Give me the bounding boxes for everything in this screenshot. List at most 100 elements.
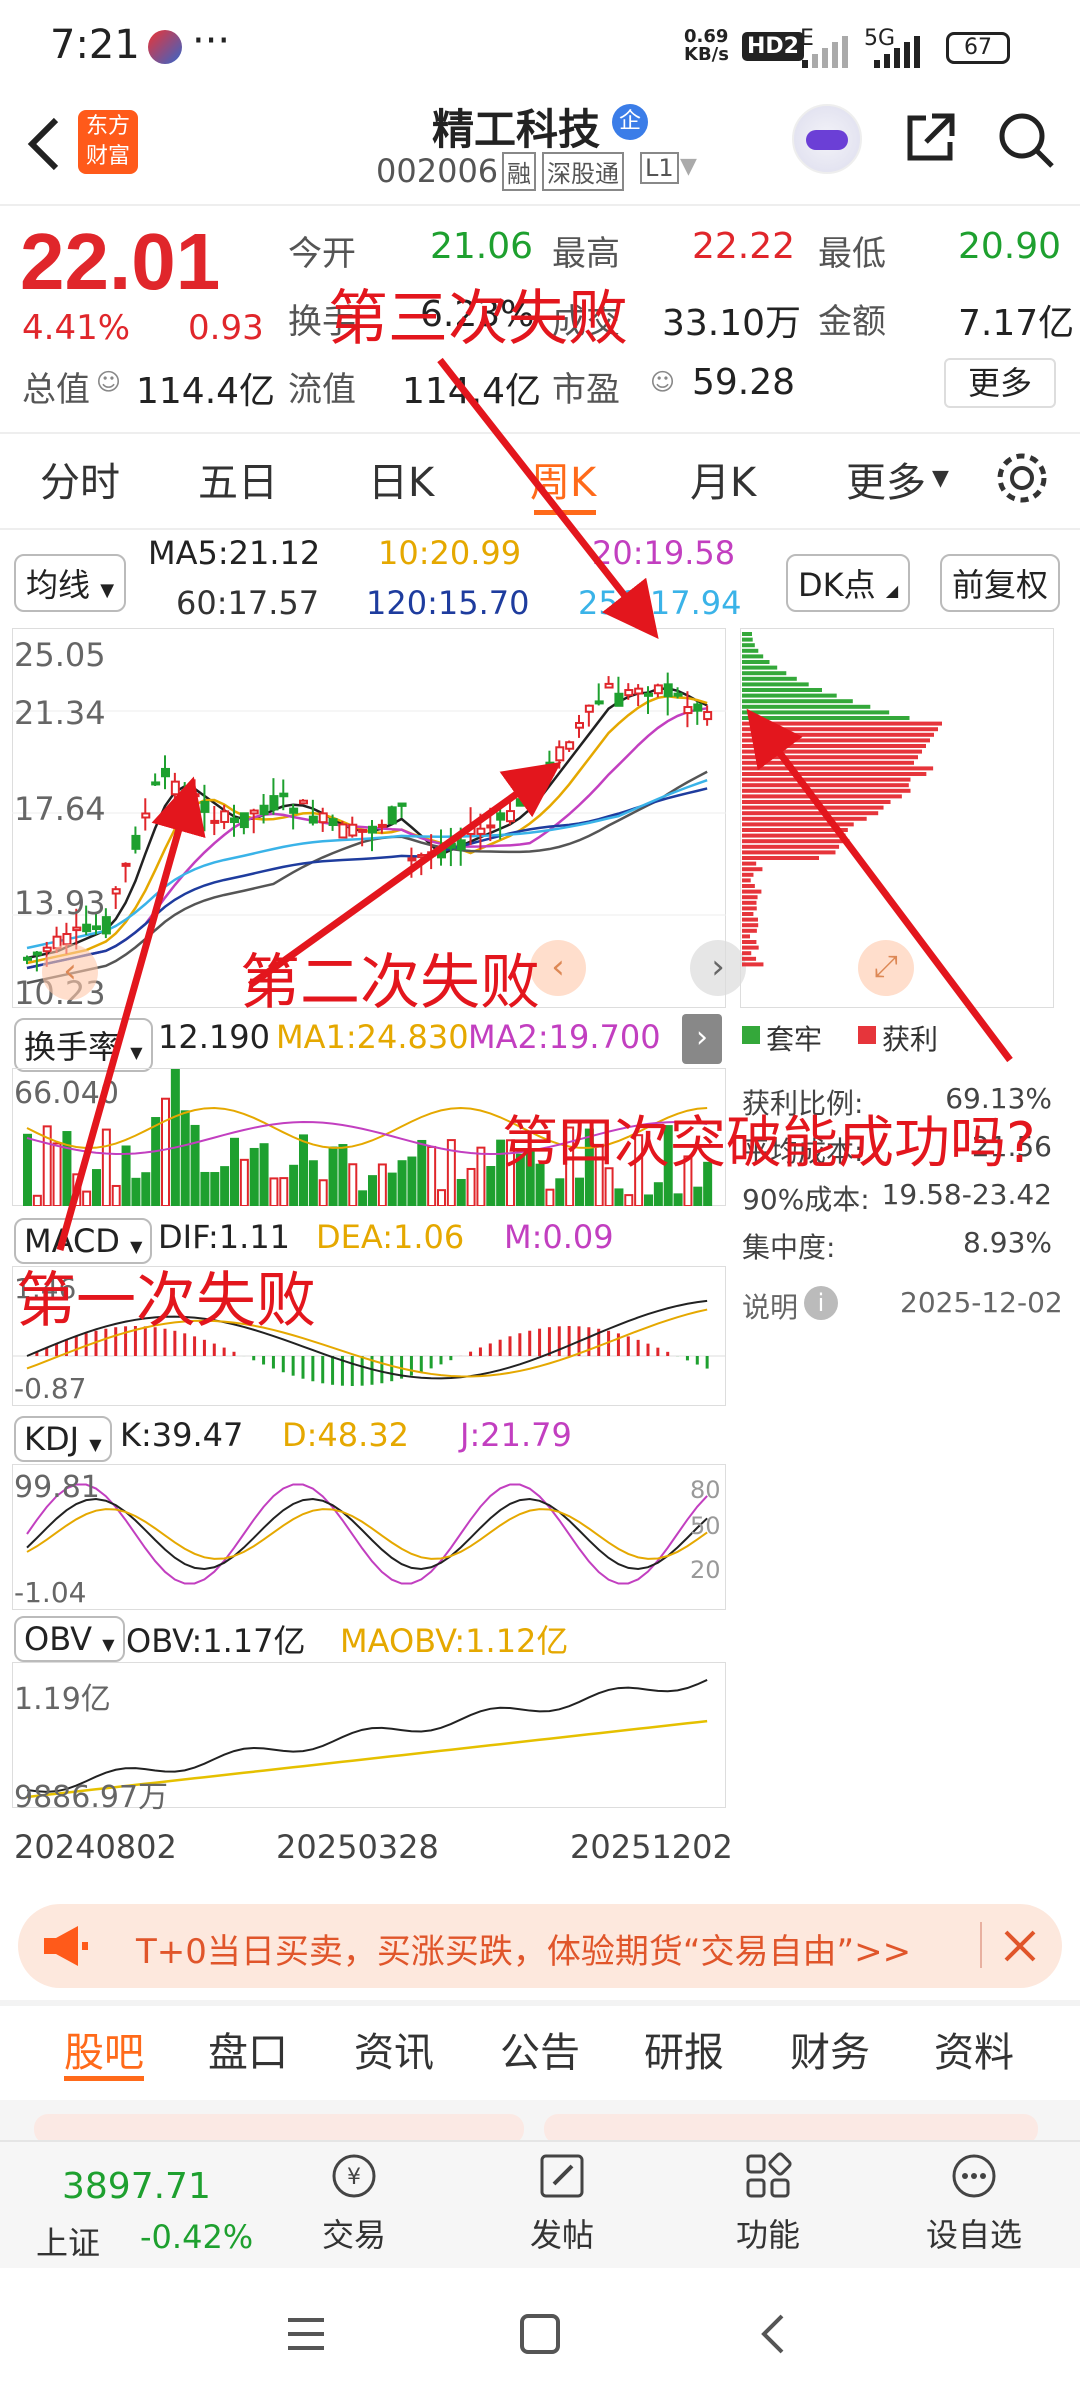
- tab-news[interactable]: 资讯: [354, 2020, 434, 2078]
- turnover-bar: [407, 1156, 417, 1206]
- menu-icon[interactable]: [284, 2314, 328, 2354]
- more-quote-button[interactable]: 更多: [944, 358, 1056, 408]
- dk-point-button[interactable]: DK点 ◢: [786, 554, 911, 612]
- index-value[interactable]: 3897.71: [62, 2166, 211, 2207]
- tab-daily[interactable]: 日K: [368, 450, 434, 508]
- turnover-bar: [437, 1189, 446, 1206]
- tab-notice[interactable]: 公告: [500, 2020, 580, 2078]
- chip-bar: [742, 710, 890, 715]
- scroll-right-icon[interactable]: ›: [690, 940, 746, 996]
- turnover-bar: [466, 1167, 476, 1206]
- system-nav-bar: [0, 2268, 1080, 2400]
- candle-body: [23, 956, 32, 961]
- candle-body: [62, 933, 72, 946]
- tab-research[interactable]: 研报: [644, 2020, 724, 2078]
- nav-add-watchlist[interactable]: 设自选: [904, 2150, 1044, 2256]
- turnover-bar: [180, 1110, 190, 1206]
- scroll-left-icon[interactable]: ‹: [42, 944, 98, 1000]
- nav-post-label: 发帖: [529, 2216, 594, 2254]
- signal-icon: [802, 36, 848, 68]
- ma120-legend: 120:15.70: [366, 584, 530, 622]
- macd-dea: DEA:1.06: [316, 1218, 465, 1256]
- close-icon[interactable]: [1000, 1926, 1040, 1966]
- open-value: 21.06: [430, 226, 534, 267]
- nav-trade[interactable]: ¥ 交易: [284, 2150, 424, 2256]
- obv-axis-top: 1.19亿: [14, 1682, 111, 1717]
- turnover-select[interactable]: 换手率 ▼: [14, 1018, 153, 1072]
- robot-avatar-icon[interactable]: [792, 104, 862, 174]
- annotation-third-fail: 第三次失败: [328, 284, 628, 354]
- candle-body: [525, 791, 535, 803]
- ma-type-chevron-icon: ▼: [100, 580, 115, 601]
- kdj-d: D:48.32: [282, 1416, 410, 1454]
- ma-type-select[interactable]: 均线 ▼: [14, 554, 127, 612]
- tab-timeshare[interactable]: 分时: [40, 450, 120, 508]
- promo-banner[interactable]: T+0当日买卖，买涨买跌，体验期货“交易自由”>>: [18, 1904, 1062, 1988]
- amount-value: 7.17亿: [958, 303, 1075, 344]
- turnover-bar: [72, 1173, 82, 1206]
- stock-code: 002006: [376, 152, 499, 190]
- back-nav-icon[interactable]: [752, 2312, 796, 2356]
- nav-post[interactable]: 发帖: [492, 2150, 632, 2256]
- kdj-select[interactable]: KDJ ▼: [14, 1416, 112, 1462]
- tab-5day[interactable]: 五日: [198, 450, 278, 508]
- nav-functions-label: 功能: [735, 2216, 800, 2254]
- stat-key: 集中度:: [742, 1231, 836, 1264]
- chip-bar: [742, 699, 853, 704]
- pe-info-icon[interactable]: ☺: [650, 368, 675, 396]
- chip-bar: [742, 900, 757, 905]
- macd-axis-bottom: -0.87: [14, 1372, 87, 1405]
- tab-finance[interactable]: 财务: [790, 2020, 870, 2078]
- chip-bar: [742, 928, 757, 933]
- tab-pankou[interactable]: 盘口: [208, 2020, 288, 2078]
- turnover-bar: [318, 1179, 328, 1206]
- chip-bar: [742, 917, 758, 922]
- chip-bar: [742, 811, 879, 816]
- candle-body: [387, 806, 397, 825]
- turnover-bar: [555, 1178, 565, 1206]
- candle-body: [407, 857, 417, 862]
- chip-note-label[interactable]: 说明: [742, 1286, 798, 1326]
- kdj-select-label: KDJ: [24, 1420, 80, 1458]
- nav-functions[interactable]: 功能: [698, 2150, 838, 2256]
- chip-bar: [742, 682, 809, 687]
- kdj-chevron-icon: ▼: [89, 1435, 102, 1454]
- turnover-bar: [545, 1188, 555, 1206]
- tab-more[interactable]: 更多: [846, 450, 926, 508]
- candle-body: [673, 692, 683, 697]
- chip-bar: [742, 777, 911, 782]
- candle-body: [604, 682, 614, 689]
- adjust-button[interactable]: 前复权: [940, 554, 1061, 612]
- stock-title: 精工科技: [432, 105, 601, 154]
- chip-bar: [742, 794, 902, 799]
- candle-body: [210, 819, 220, 824]
- kdj-chart[interactable]: [12, 1464, 726, 1610]
- turnover-bar: [52, 1142, 62, 1206]
- settings-gear-icon[interactable]: [994, 450, 1050, 506]
- chip-bar: [742, 912, 754, 916]
- tab-profile[interactable]: 资料: [934, 2020, 1014, 2078]
- expand-icon[interactable]: ⤢: [858, 940, 914, 996]
- tab-monthly[interactable]: 月K: [690, 450, 756, 508]
- ma10-legend: 10:20.99: [378, 534, 522, 572]
- app-logo[interactable]: 东方 财富: [78, 110, 138, 174]
- search-icon[interactable]: [996, 110, 1056, 170]
- home-icon[interactable]: [518, 2312, 562, 2356]
- nav-add-watchlist-label: 设自选: [925, 2216, 1022, 2254]
- chip-bar: [742, 867, 763, 872]
- tab-guba[interactable]: 股吧: [64, 2020, 144, 2078]
- collapse-panel-icon[interactable]: ›: [682, 1014, 722, 1064]
- candle-body: [446, 842, 456, 849]
- share-icon[interactable]: [902, 110, 958, 166]
- turnover-bar: [377, 1163, 387, 1206]
- low-label: 最低: [818, 234, 886, 274]
- obv-select[interactable]: OBV ▼: [14, 1616, 125, 1662]
- tab-weekly[interactable]: 周K: [530, 450, 596, 508]
- info-circle-icon[interactable]: i: [804, 1286, 838, 1320]
- chevron-down-icon[interactable]: ▼: [680, 154, 697, 179]
- candle-body: [476, 827, 486, 835]
- info-icon[interactable]: ☺: [96, 368, 121, 396]
- turnover-bar: [82, 1190, 92, 1206]
- obv-value: OBV:1.17亿: [126, 1622, 306, 1660]
- back-icon[interactable]: [24, 114, 64, 174]
